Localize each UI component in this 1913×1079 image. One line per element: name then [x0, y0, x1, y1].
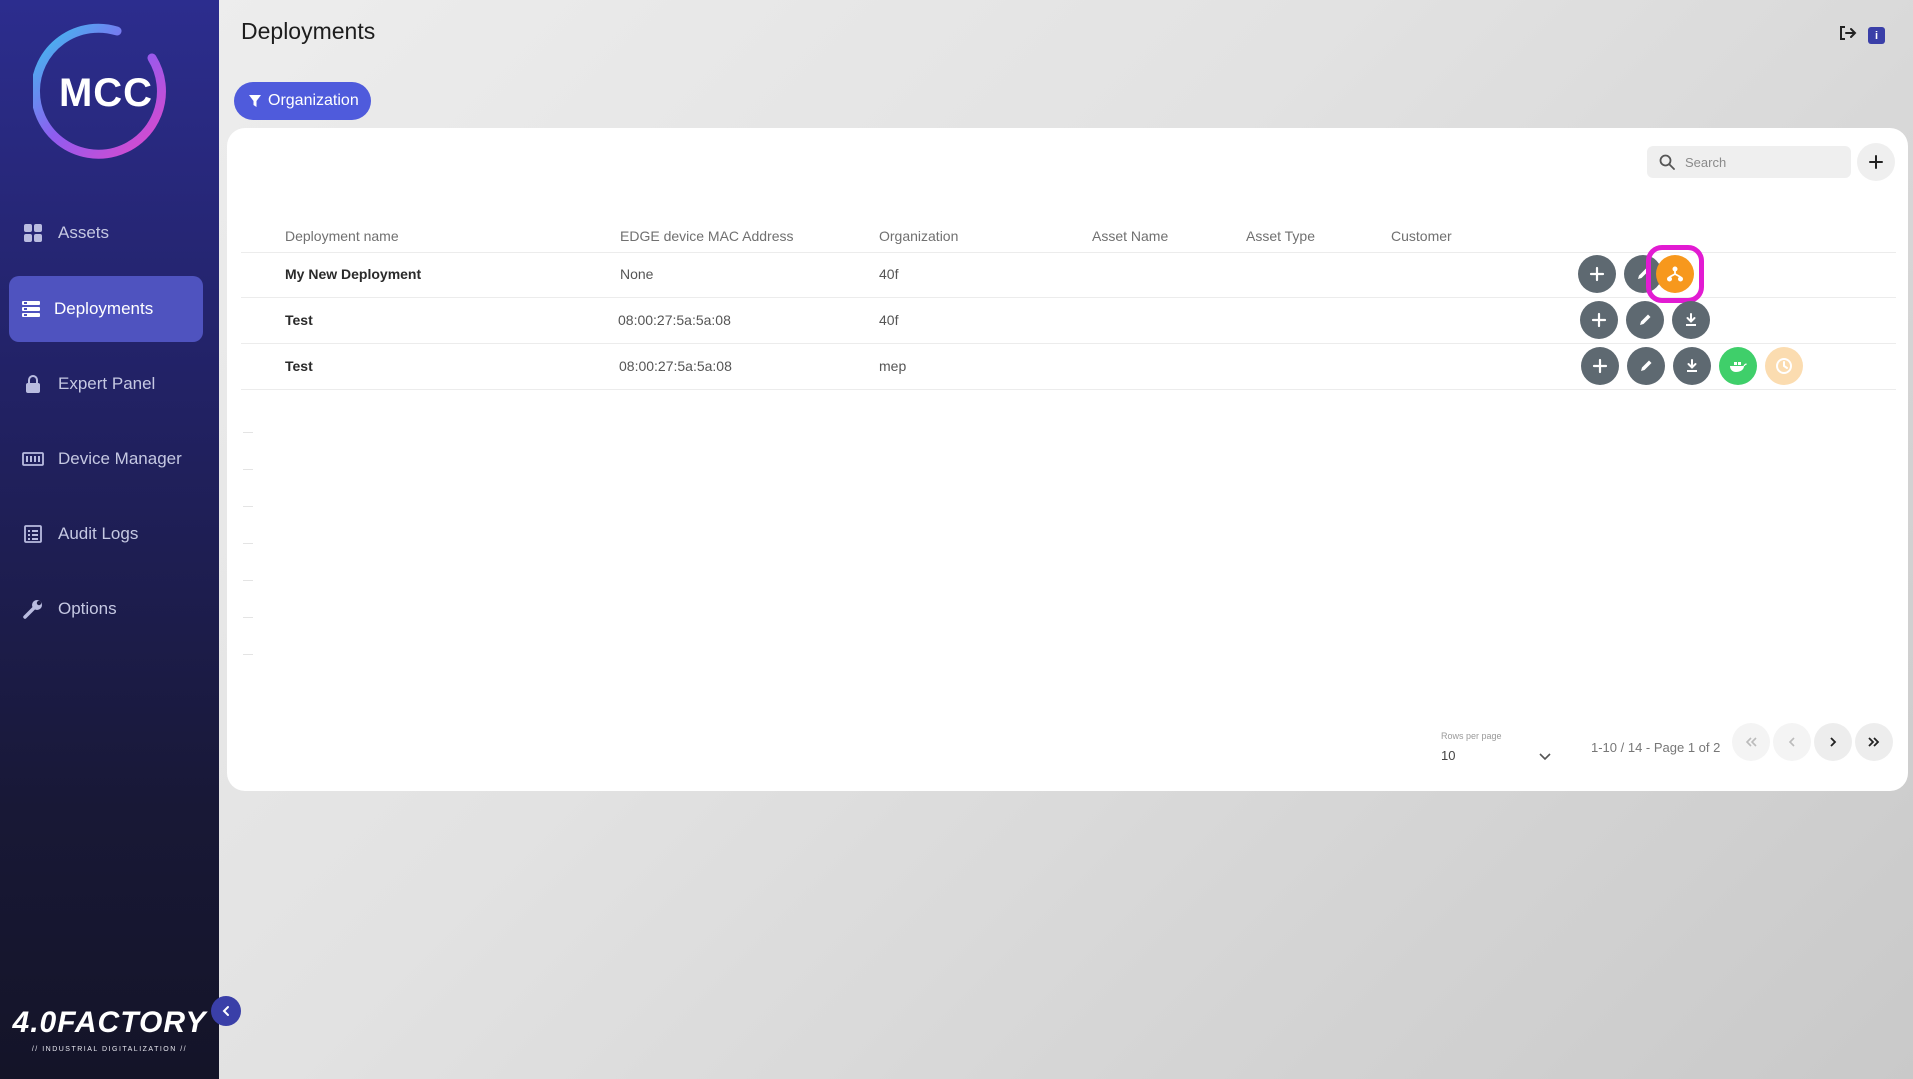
column-header[interactable]: Asset Type — [1246, 228, 1315, 244]
pagination-range: 1-10 / 14 - Page 1 of 2 — [1591, 740, 1721, 755]
next-page-button[interactable] — [1814, 723, 1852, 761]
download-button[interactable] — [1673, 347, 1711, 385]
plus-icon — [1869, 155, 1883, 169]
brand-name: 4.0FACTORY — [12, 1006, 207, 1039]
sidebar-item-label: Assets — [58, 223, 110, 242]
deployments-table-card: Deployment name EDGE device MAC Address … — [227, 128, 1908, 791]
sidebar-item-assets[interactable]: Assets — [9, 200, 203, 266]
double-chevron-left-icon — [1745, 737, 1757, 747]
organization: mep — [879, 358, 907, 374]
table-row[interactable]: Test 08:00:27:5a:5a:08 mep — [241, 344, 1896, 390]
chevron-down-icon[interactable] — [1538, 749, 1552, 767]
brand-logo: 4.0FACTORY // INDUSTRIAL DIGITALIZATION … — [12, 1006, 207, 1053]
sidebar-item-device-manager[interactable]: Device Manager — [9, 426, 203, 492]
chevron-right-icon — [1830, 737, 1837, 747]
sidebar-item-audit-logs[interactable]: Audit Logs — [9, 501, 203, 567]
mcc-logo[interactable]: MCC — [30, 20, 179, 166]
empty-row-marker — [243, 543, 253, 544]
grid-icon — [21, 221, 45, 245]
plus-icon — [1591, 312, 1607, 328]
wrench-icon — [21, 597, 45, 621]
collapse-sidebar-button[interactable] — [211, 996, 241, 1026]
download-icon — [1687, 359, 1697, 372]
empty-row-marker — [243, 580, 253, 581]
column-header[interactable]: Customer — [1391, 228, 1452, 244]
organization: 40f — [879, 312, 899, 328]
empty-row-marker — [243, 506, 253, 507]
keyboard-icon — [21, 447, 45, 471]
docker-icon — [1730, 362, 1747, 372]
sidebar-item-label: Expert Panel — [58, 374, 156, 393]
filter-icon — [249, 95, 261, 107]
sidebar-item-options[interactable]: Options — [9, 576, 203, 642]
column-header[interactable]: Deployment name — [285, 228, 399, 244]
empty-row-marker — [243, 617, 253, 618]
docker-button[interactable] — [1719, 347, 1757, 385]
table-header: Deployment name EDGE device MAC Address … — [241, 218, 1896, 253]
download-icon — [1686, 313, 1696, 326]
search-input[interactable] — [1683, 153, 1837, 171]
list-icon — [21, 522, 45, 546]
pencil-icon — [1640, 314, 1651, 325]
lock-icon — [21, 372, 45, 396]
rows-per-page-select[interactable]: 10 — [1441, 748, 1455, 763]
chevron-left-icon — [222, 1006, 229, 1016]
sidebar-item-label: Audit Logs — [58, 524, 139, 543]
edit-button[interactable] — [1627, 347, 1665, 385]
plus-icon — [1589, 266, 1605, 282]
column-header[interactable]: Asset Name — [1092, 228, 1168, 244]
logout-icon[interactable] — [1838, 25, 1858, 46]
deployment-name: Test — [285, 358, 313, 374]
download-button[interactable] — [1672, 301, 1710, 339]
sidebar-item-label: Options — [58, 599, 117, 618]
table-row[interactable]: My New Deployment None 40f — [241, 245, 1896, 303]
organization: 40f — [879, 266, 899, 282]
pencil-icon — [1641, 360, 1652, 371]
edit-button[interactable] — [1626, 301, 1664, 339]
search-box[interactable] — [1647, 146, 1851, 178]
empty-row-marker — [243, 432, 253, 433]
sidebar-item-label: Device Manager — [58, 449, 182, 468]
table-row[interactable]: Test 08:00:27:5a:5a:08 40f — [241, 298, 1896, 344]
sidebar-item-deployments[interactable]: Deployments — [9, 276, 203, 342]
add-button[interactable] — [1580, 301, 1618, 339]
deployment-name: My New Deployment — [285, 266, 422, 282]
deployment-name: Test — [285, 312, 313, 328]
sidebar-item-expert-panel[interactable]: Expert Panel — [9, 351, 203, 417]
page-title: Deployments — [241, 18, 376, 44]
mac-address: None — [620, 266, 654, 282]
clock-icon — [1776, 358, 1792, 374]
add-button[interactable] — [1581, 347, 1619, 385]
stack-icon — [19, 297, 43, 321]
column-header[interactable]: EDGE device MAC Address — [620, 228, 794, 244]
last-page-button[interactable] — [1855, 723, 1893, 761]
brand-tagline: // INDUSTRIAL DIGITALIZATION // — [31, 1046, 188, 1053]
empty-row-marker — [243, 654, 253, 655]
column-header[interactable]: Organization — [879, 228, 958, 244]
organization-filter-chip[interactable]: Organization — [234, 82, 371, 120]
filter-label: Organization — [268, 92, 359, 109]
chevron-left-icon — [1788, 737, 1795, 747]
pending-button[interactable] — [1765, 347, 1803, 385]
deploy-button[interactable] — [1656, 255, 1694, 293]
add-deployment-button[interactable] — [1857, 143, 1895, 181]
sidebar: MCC Assets Deployments Expert Panel Devi… — [0, 0, 219, 1079]
search-icon — [1659, 154, 1675, 170]
plus-icon — [1592, 358, 1608, 374]
sidebar-item-label: Deployments — [54, 299, 154, 318]
rows-per-page-label: Rows per page — [1441, 731, 1502, 741]
mac-address: 08:00:27:5a:5a:08 — [619, 358, 732, 374]
mac-address: 08:00:27:5a:5a:08 — [618, 312, 731, 328]
add-button[interactable] — [1578, 255, 1616, 293]
empty-row-marker — [243, 469, 253, 470]
top-right-actions: i — [1838, 25, 1885, 46]
network-deploy-icon — [1667, 266, 1683, 282]
logo-text: MCC — [58, 70, 154, 115]
info-icon[interactable]: i — [1868, 27, 1885, 44]
prev-page-button[interactable] — [1773, 723, 1811, 761]
first-page-button[interactable] — [1732, 723, 1770, 761]
double-chevron-right-icon — [1868, 737, 1880, 747]
